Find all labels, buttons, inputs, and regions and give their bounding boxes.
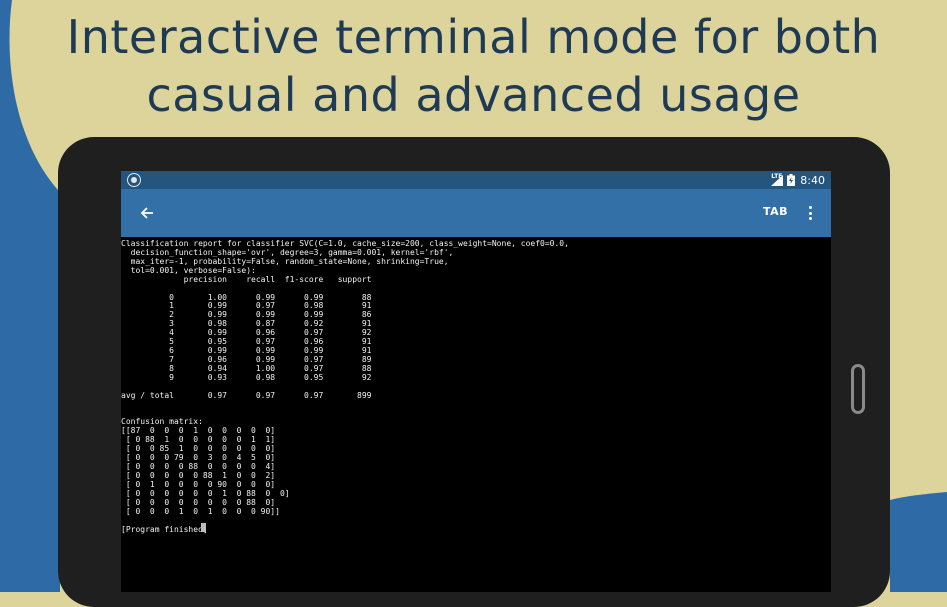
tab-button[interactable]: TAB (763, 205, 788, 218)
terminal-line: avg / total 0.97 0.97 0.97 899 (121, 390, 372, 400)
terminal-line: [ 0 0 0 1 0 1 0 0 0 90]] (121, 506, 280, 516)
status-time: 8:40 (800, 173, 825, 187)
app-screen: LTE 8:40 TAB Classification report for c… (121, 171, 831, 592)
status-bar: LTE 8:40 (121, 171, 831, 189)
status-right-group: LTE 8:40 (771, 172, 825, 188)
headline-line-1: Interactive terminal mode for both (66, 10, 881, 64)
arrow-left-icon (140, 207, 153, 219)
circle-notification-icon (127, 173, 141, 187)
terminal-line: precision recall f1-score support (121, 274, 372, 284)
back-button[interactable] (135, 201, 159, 225)
signal-icon (771, 174, 784, 186)
battery-icon (787, 174, 796, 186)
page-headline: Interactive terminal mode for both casua… (0, 8, 947, 124)
app-toolbar: TAB (121, 189, 831, 237)
terminal-cursor (201, 523, 206, 532)
terminal-line: 9 0.93 0.98 0.95 92 (121, 372, 372, 382)
more-vert-icon[interactable] (803, 203, 817, 223)
tablet-side-button (851, 364, 865, 414)
terminal-output[interactable]: Classification report for classifier SVC… (121, 239, 831, 590)
headline-line-2: casual and advanced usage (146, 68, 801, 122)
terminal-line: [Program finished] (121, 524, 208, 534)
